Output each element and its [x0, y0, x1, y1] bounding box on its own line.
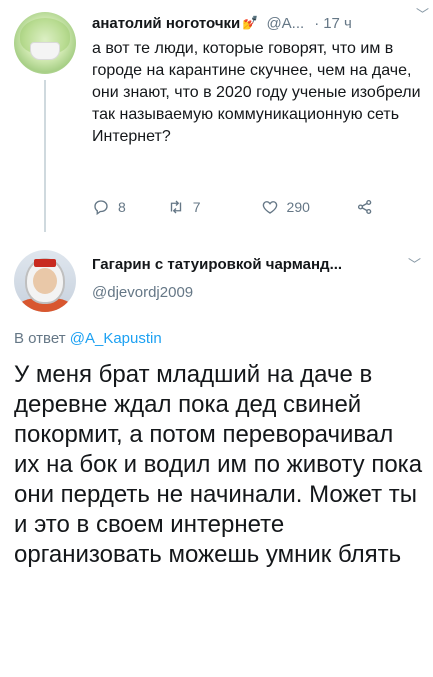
tweet-actions: 8 7 290: [92, 196, 382, 218]
face-graphic: [33, 268, 57, 294]
avatar[interactable]: [14, 12, 76, 74]
reply-icon: [94, 200, 108, 216]
face-mask-graphic: [30, 42, 60, 60]
separator-dot: ·: [314, 14, 320, 32]
share-icon: [357, 199, 372, 215]
tweet-original[interactable]: анатолий ноготочки 💅 @A... · 17 ч ﹀ а во…: [0, 0, 433, 232]
helmet-badge-graphic: [34, 259, 56, 267]
heart-icon: [262, 201, 277, 214]
tweet-text: а вот те люди, которые говорят, что им в…: [92, 40, 421, 145]
avatar[interactable]: [14, 250, 76, 312]
like-button[interactable]: 290: [261, 198, 352, 216]
author-handle[interactable]: @djevordj2009: [92, 284, 193, 301]
like-count: 290: [286, 199, 310, 215]
thread-connector-line: [44, 80, 46, 232]
retweet-icon: [170, 200, 181, 214]
reply-prefix: В ответ: [14, 330, 66, 347]
timestamp[interactable]: 17 ч: [323, 15, 352, 32]
more-options-chevron-icon[interactable]: ﹀: [408, 254, 421, 273]
author-name[interactable]: Гагарин с татуировкой чарманд...: [92, 256, 342, 273]
author-handle[interactable]: @A...: [266, 15, 304, 32]
more-options-chevron-icon[interactable]: ﹀: [416, 4, 429, 23]
share-button[interactable]: [356, 198, 382, 216]
reply-button[interactable]: 8: [92, 198, 159, 216]
tweet-header: анатолий ноготочки 💅 @A... · 17 ч: [92, 12, 422, 34]
reply-mention-link[interactable]: @A_Kapustin: [70, 330, 162, 347]
nail-polish-emoji: 💅: [242, 15, 259, 30]
tweet-text: У меня брат младший на даче в деревне жд…: [14, 361, 423, 568]
tweet-reply[interactable]: Гагарин с татуировкой чарманд... @djevor…: [0, 232, 433, 677]
retweet-button[interactable]: 7: [167, 198, 251, 216]
reply-count: 8: [118, 199, 126, 215]
retweet-count: 7: [192, 199, 201, 215]
reply-context: В ответ @A_Kapustin: [14, 330, 162, 347]
author-name[interactable]: анатолий ноготочки: [92, 15, 240, 32]
